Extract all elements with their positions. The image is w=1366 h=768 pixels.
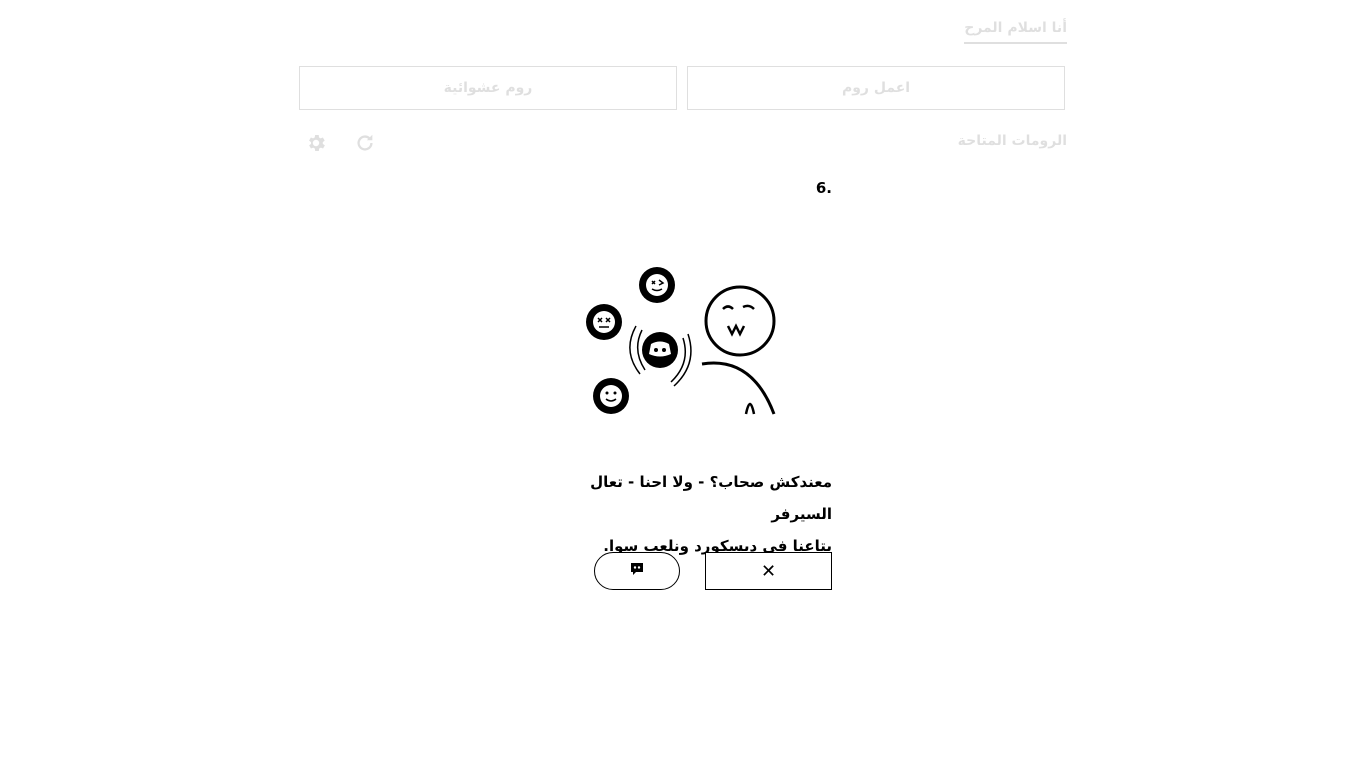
discord-icon [629,561,645,581]
discord-button[interactable] [594,552,680,590]
random-room-button[interactable]: روم عشوائية [299,66,677,110]
close-icon: ✕ [760,560,777,582]
message-line-1: معندكش صحاب؟ - ولا احنا - تعال السيرفر [590,473,832,523]
user-name-tab[interactable]: أنا اسلام المرح [964,20,1067,44]
refresh-icon[interactable] [353,131,377,155]
discord-invite-message: معندكش صحاب؟ - ولا احنا - تعال السيرفر ب… [534,466,832,562]
rooms-title: الرومات المتاحة [957,133,1067,149]
modal-index: 6. [815,179,832,197]
create-room-button[interactable]: اعمل روم [687,66,1065,110]
illustration [580,262,780,422]
close-button[interactable]: ✕ [705,552,832,590]
gear-icon[interactable] [304,131,328,155]
